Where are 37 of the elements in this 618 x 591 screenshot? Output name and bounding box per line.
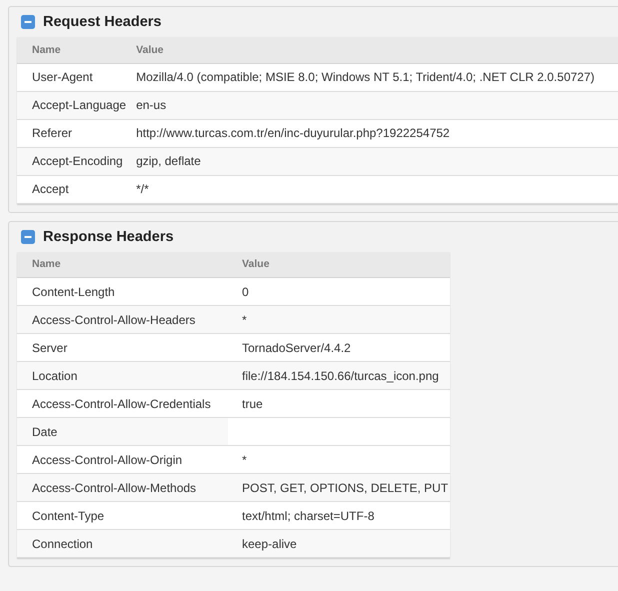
column-header: Value: [126, 37, 618, 63]
table-cell: Access-Control-Allow-Methods: [17, 474, 228, 502]
table-cell: *: [228, 446, 450, 474]
table-cell: file://184.154.150.66/turcas_icon.png: [228, 362, 450, 390]
table-cell: text/html; charset=UTF-8: [228, 502, 450, 530]
table-cell: keep-alive: [228, 530, 450, 558]
table-cell: Location: [17, 362, 228, 390]
column-header: Name: [17, 252, 228, 278]
table-cell: Accept: [17, 175, 126, 203]
section-title: Response Headers: [43, 228, 174, 244]
table-cell: Connection: [17, 530, 228, 558]
table-cell: gzip, deflate: [126, 147, 618, 175]
table-cell: Accept-Encoding: [17, 147, 126, 175]
collapse-icon[interactable]: [21, 15, 35, 29]
table-cell: en-us: [126, 91, 618, 119]
table-cell: true: [228, 390, 450, 418]
table-cell: Accept-Language: [17, 91, 126, 119]
collapse-icon[interactable]: [21, 230, 35, 244]
table-cell: Access-Control-Allow-Origin: [17, 446, 228, 474]
section-title: Request Headers: [43, 14, 162, 30]
column-header: Name: [17, 37, 126, 63]
table-cell: TornadoServer/4.4.2: [228, 334, 450, 362]
table-cell: Access-Control-Allow-Headers: [17, 306, 228, 334]
table-cell: */*: [126, 175, 618, 203]
table-cell: Access-Control-Allow-Credentials: [17, 390, 228, 418]
table-cell: Mozilla/4.0 (compatible; MSIE 8.0; Windows NT 5.1; Trident/4.0; .NET CLR 2.0.50727): [126, 63, 618, 91]
table-cell: 0: [228, 278, 450, 306]
table-cell: Referer: [17, 119, 126, 147]
column-header: Value: [228, 252, 450, 278]
table-cell: Date: [17, 418, 228, 446]
table-cell: *: [228, 306, 450, 334]
table-cell: Content-Length: [17, 278, 228, 306]
table-cell: POST, GET, OPTIONS, DELETE, PUT: [228, 474, 450, 502]
table-cell: User-Agent: [17, 63, 126, 91]
table-cell: http://www.turcas.com.tr/en/inc-duyurular.php?1922254752: [126, 119, 618, 147]
table-cell: Server: [17, 334, 228, 362]
table-cell: Content-Type: [17, 502, 228, 530]
